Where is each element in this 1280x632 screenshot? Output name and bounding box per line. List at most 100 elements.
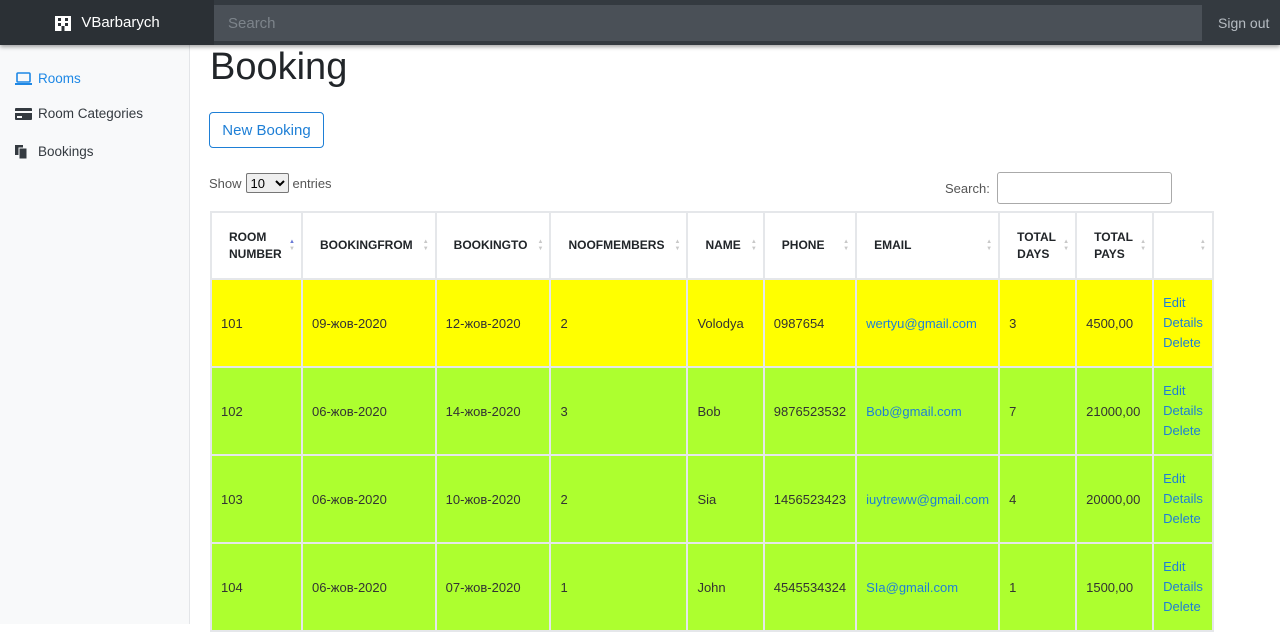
members-cell: 2 xyxy=(549,454,689,544)
column-label: PHONE xyxy=(781,238,825,252)
credit-card-icon xyxy=(15,107,33,121)
delete-link[interactable]: Delete xyxy=(1163,509,1203,529)
details-link[interactable]: Details xyxy=(1163,577,1203,597)
sign-out-link[interactable]: Sign out xyxy=(1218,15,1269,31)
table-row: 102 06-жов-2020 14-жов-2020 3 Bob 9876523532 B… xyxy=(210,366,1214,456)
sidebar-item-bookings[interactable]: Bookings xyxy=(15,144,94,159)
column-header-bookingfrom[interactable]: BOOKINGFROM ▲ ▼ xyxy=(301,211,437,280)
column-header-total-days[interactable]: TOTAL DAYS ▲ ▼ xyxy=(998,211,1078,280)
room-number-cell: 104 xyxy=(210,542,303,632)
total-days-cell: 7 xyxy=(998,366,1078,456)
brand[interactable]: VBarbarych xyxy=(0,0,214,45)
sort-icon: ▲ ▼ xyxy=(1063,238,1070,252)
total-days-cell: 3 xyxy=(998,278,1078,368)
room-number-cell: 101 xyxy=(210,278,303,368)
sort-icon: ▲ ▼ xyxy=(674,238,681,252)
sidebar-item-room-categories[interactable]: Room Categories xyxy=(15,106,143,121)
sidebar-item-label: Room Categories xyxy=(38,106,144,121)
delete-link[interactable]: Delete xyxy=(1163,333,1203,353)
edit-link[interactable]: Edit xyxy=(1163,381,1203,401)
files-icon xyxy=(15,144,33,159)
table-search-label: Search: xyxy=(945,180,990,196)
table-filter: Search: xyxy=(945,172,1172,204)
page-title: Booking xyxy=(210,46,348,88)
email-link[interactable]: wertyu@gmail.com xyxy=(866,316,977,331)
table-search-input[interactable] xyxy=(996,172,1172,204)
email-cell: iuytreww@gmail.com xyxy=(855,454,1001,544)
room-number-cell: 102 xyxy=(210,366,303,456)
sort-icon: ▲ ▼ xyxy=(986,238,993,252)
email-link[interactable]: SIa@gmail.com xyxy=(866,580,958,595)
show-label: Show xyxy=(209,175,242,191)
delete-link[interactable]: Delete xyxy=(1163,597,1203,617)
edit-link[interactable]: Edit xyxy=(1163,469,1203,489)
row-actions-cell: Edit Details Delete xyxy=(1152,542,1214,632)
row-actions-cell: Edit Details Delete xyxy=(1152,454,1214,544)
total-days-cell: 1 xyxy=(998,542,1078,632)
name-cell: Volodya xyxy=(686,278,765,368)
column-label: ROOM NUMBER xyxy=(229,229,282,261)
total-pays-cell: 4500,00 xyxy=(1075,278,1155,368)
sort-icon: ▲ ▼ xyxy=(1140,238,1147,252)
details-link[interactable]: Details xyxy=(1163,401,1203,421)
name-cell: Sia xyxy=(686,454,765,544)
column-label: EMAIL xyxy=(874,238,912,252)
sort-icon: ▲ ▼ xyxy=(843,238,850,252)
email-link[interactable]: iuytreww@gmail.com xyxy=(866,492,989,507)
sort-icon: ▲ ▼ xyxy=(289,238,295,252)
phone-cell: 4545534324 xyxy=(762,542,858,632)
column-header-actions[interactable]: ▲ ▼ xyxy=(1152,211,1214,280)
laptop-icon xyxy=(15,72,33,86)
column-header-room-number[interactable]: ROOM NUMBER ▲ ▼ xyxy=(210,211,303,280)
sidebar-item-label: Bookings xyxy=(38,144,94,159)
sort-icon: ▲ ▼ xyxy=(537,238,544,252)
table-row: 101 09-жов-2020 12-жов-2020 2 Volodya 0987654… xyxy=(210,278,1214,368)
members-cell: 1 xyxy=(549,542,689,632)
details-link[interactable]: Details xyxy=(1163,313,1203,333)
total-days-cell: 4 xyxy=(998,454,1078,544)
phone-cell: 9876523532 xyxy=(762,366,858,456)
new-booking-button[interactable]: New Booking xyxy=(209,112,324,148)
sidebar: Rooms Room Categories Bookings xyxy=(0,45,190,624)
members-cell: 3 xyxy=(549,366,689,456)
edit-link[interactable]: Edit xyxy=(1163,293,1203,313)
phone-cell: 0987654 xyxy=(762,278,858,368)
booking-from-cell: 09-жов-2020 xyxy=(301,278,437,368)
table-header-row: ROOM NUMBER ▲ ▼ BOOKINGFROM ▲ ▼ BOOKINGTO ▲ ▼ … xyxy=(210,211,1214,280)
booking-to-cell: 10-жов-2020 xyxy=(434,454,552,544)
column-header-email[interactable]: EMAIL ▲ ▼ xyxy=(855,211,1001,280)
column-header-name[interactable]: NAME ▲ ▼ xyxy=(686,211,765,280)
sidebar-item-label: Rooms xyxy=(38,71,81,86)
email-cell: Bob@gmail.com xyxy=(855,366,1001,456)
page-length-select[interactable]: 10 xyxy=(245,173,289,193)
table-row: 104 06-жов-2020 07-жов-2020 1 John 4545534324… xyxy=(210,542,1214,632)
sort-icon: ▲ ▼ xyxy=(750,238,757,252)
search-input[interactable] xyxy=(214,5,1202,41)
column-label: NAME xyxy=(705,238,741,252)
email-link[interactable]: Bob@gmail.com xyxy=(866,404,962,419)
column-label: BOOKINGTO xyxy=(453,238,528,252)
edit-link[interactable]: Edit xyxy=(1163,557,1203,577)
hotel-icon xyxy=(55,15,72,31)
entries-label: entries xyxy=(292,175,332,191)
name-cell: John xyxy=(686,542,765,632)
brand-name: VBarbarych xyxy=(81,14,160,31)
phone-cell: 1456523423 xyxy=(762,454,858,544)
column-label: BOOKINGFROM xyxy=(320,238,413,252)
column-header-bookingto[interactable]: BOOKINGTO ▲ ▼ xyxy=(434,211,552,280)
total-pays-cell: 20000,00 xyxy=(1075,454,1155,544)
booking-from-cell: 06-жов-2020 xyxy=(301,366,437,456)
table-row: 103 06-жов-2020 10-жов-2020 2 Sia 1456523423 i… xyxy=(210,454,1214,544)
column-header-phone[interactable]: PHONE ▲ ▼ xyxy=(762,211,858,280)
column-label: NOOFMEMBERS xyxy=(568,238,665,252)
delete-link[interactable]: Delete xyxy=(1163,421,1203,441)
sidebar-item-rooms[interactable]: Rooms xyxy=(15,71,81,86)
name-cell: Bob xyxy=(686,366,765,456)
details-link[interactable]: Details xyxy=(1163,489,1203,509)
booking-to-cell: 14-жов-2020 xyxy=(434,366,552,456)
email-cell: SIa@gmail.com xyxy=(855,542,1001,632)
column-header-noofmembers[interactable]: NOOFMEMBERS ▲ ▼ xyxy=(549,211,689,280)
column-header-total-pays[interactable]: TOTAL PAYS ▲ ▼ xyxy=(1075,211,1155,280)
booking-to-cell: 07-жов-2020 xyxy=(434,542,552,632)
total-pays-cell: 1500,00 xyxy=(1075,542,1155,632)
